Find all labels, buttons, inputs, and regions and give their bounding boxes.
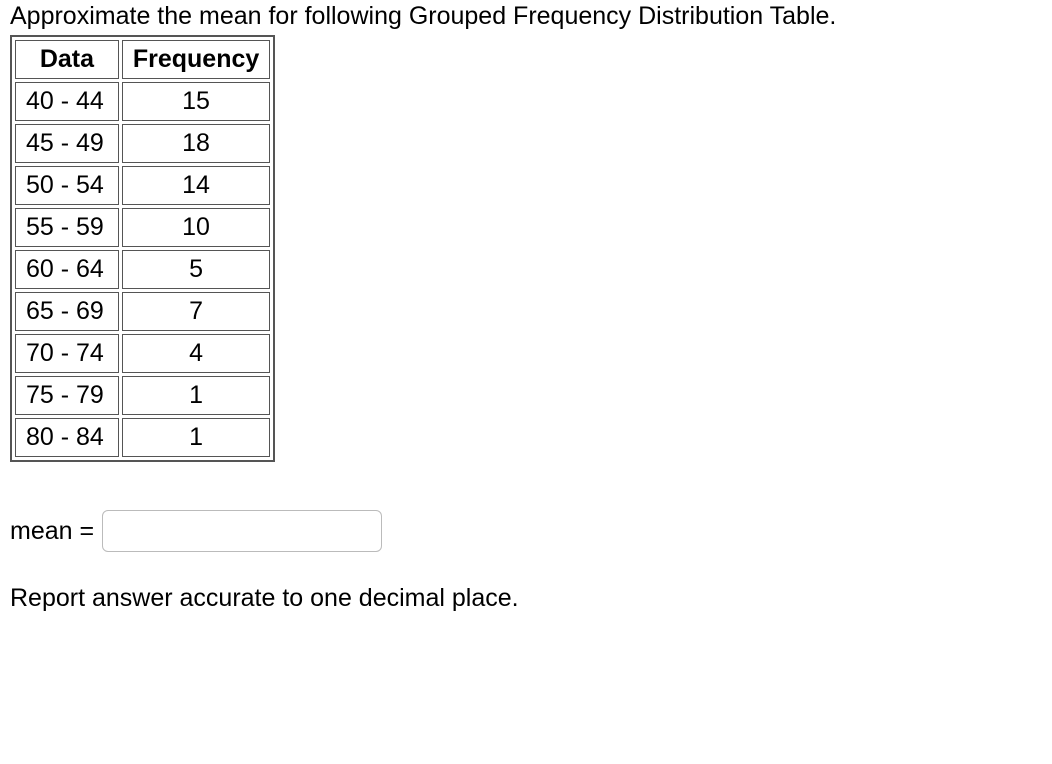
table-row: 45 - 49 18: [15, 124, 270, 163]
table-header-row: Data Frequency: [15, 40, 270, 79]
cell-frequency: 14: [122, 166, 270, 205]
header-frequency: Frequency: [122, 40, 270, 79]
instruction-text: Report answer accurate to one decimal pl…: [10, 584, 1042, 613]
cell-frequency: 4: [122, 334, 270, 373]
cell-frequency: 10: [122, 208, 270, 247]
cell-data: 80 - 84: [15, 418, 119, 457]
cell-data: 45 - 49: [15, 124, 119, 163]
answer-label: mean =: [10, 517, 94, 546]
cell-data: 65 - 69: [15, 292, 119, 331]
answer-row: mean =: [10, 510, 1042, 552]
table-row: 75 - 79 1: [15, 376, 270, 415]
table-row: 55 - 59 10: [15, 208, 270, 247]
cell-data: 60 - 64: [15, 250, 119, 289]
header-data: Data: [15, 40, 119, 79]
cell-frequency: 1: [122, 376, 270, 415]
cell-data: 55 - 59: [15, 208, 119, 247]
cell-data: 70 - 74: [15, 334, 119, 373]
table-row: 50 - 54 14: [15, 166, 270, 205]
cell-frequency: 5: [122, 250, 270, 289]
mean-input[interactable]: [102, 510, 382, 552]
frequency-table: Data Frequency 40 - 44 15 45 - 49 18 50 …: [10, 35, 275, 462]
table-row: 80 - 84 1: [15, 418, 270, 457]
cell-frequency: 18: [122, 124, 270, 163]
cell-frequency: 7: [122, 292, 270, 331]
table-row: 70 - 74 4: [15, 334, 270, 373]
cell-frequency: 15: [122, 82, 270, 121]
question-text: Approximate the mean for following Group…: [10, 2, 1042, 31]
cell-frequency: 1: [122, 418, 270, 457]
table-row: 40 - 44 15: [15, 82, 270, 121]
cell-data: 50 - 54: [15, 166, 119, 205]
cell-data: 40 - 44: [15, 82, 119, 121]
table-row: 60 - 64 5: [15, 250, 270, 289]
table-row: 65 - 69 7: [15, 292, 270, 331]
cell-data: 75 - 79: [15, 376, 119, 415]
